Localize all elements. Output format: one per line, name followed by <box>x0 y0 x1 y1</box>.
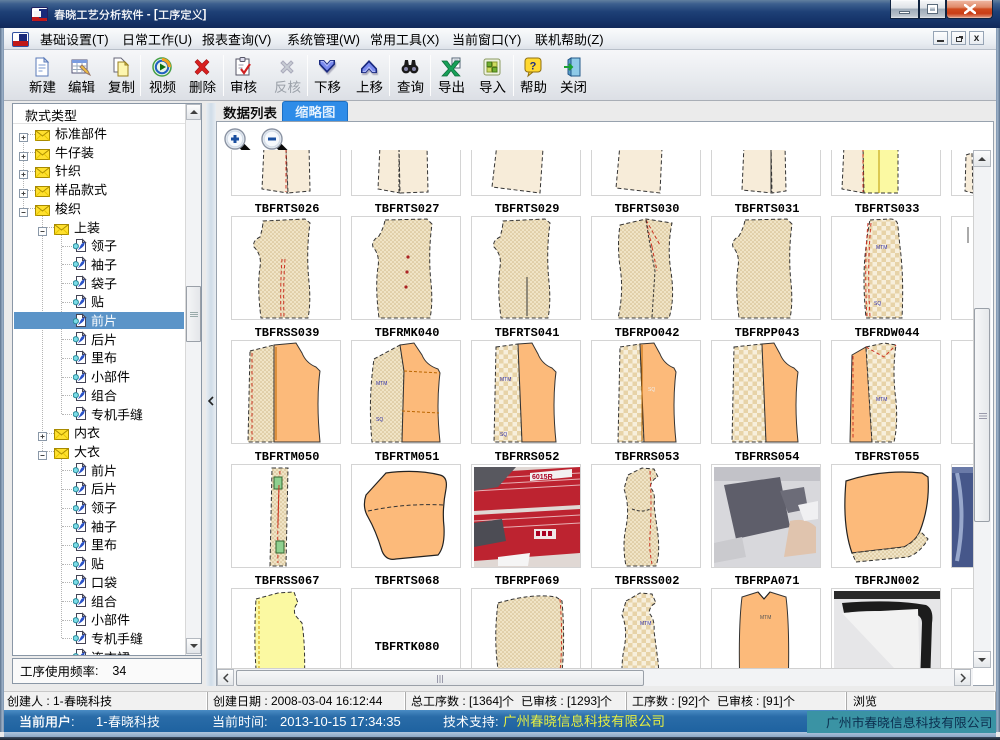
svg-text:SQ: SQ <box>376 417 383 423</box>
svg-text:MTM: MTM <box>876 245 887 251</box>
svg-text:TBFRTK080: TBFRTK080 <box>375 640 440 654</box>
svg-text:SQ: SQ <box>874 301 881 307</box>
svg-text:MTM: MTM <box>640 621 651 627</box>
svg-text:SQ: SQ <box>500 432 507 438</box>
svg-text:MTM: MTM <box>760 615 771 621</box>
svg-text:SQ: SQ <box>648 387 655 393</box>
svg-text:6015R: 6015R <box>532 474 553 481</box>
svg-text:MTM: MTM <box>876 397 887 403</box>
svg-text:MTM: MTM <box>376 381 387 387</box>
svg-text:MTM: MTM <box>500 377 511 383</box>
svg-text:?: ? <box>530 61 537 73</box>
